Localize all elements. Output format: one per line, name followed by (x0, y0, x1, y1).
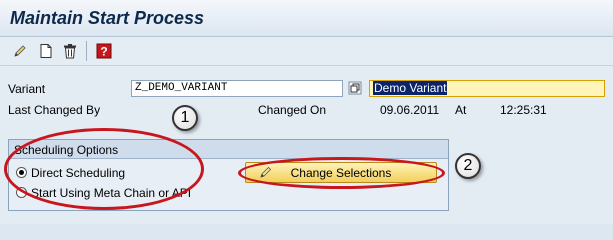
annotation-oval-1 (4, 128, 204, 210)
at-label: At (455, 103, 467, 117)
page-title: Maintain Start Process (10, 8, 205, 28)
toolbar-separator (86, 41, 87, 61)
delete-icon[interactable] (62, 43, 78, 59)
svg-text:?: ? (100, 45, 107, 59)
application-toolbar (0, 37, 613, 66)
last-changed-by-label: Last Changed By (8, 103, 101, 117)
variant-label: Variant (8, 82, 46, 96)
at-value: 12:25:31 (500, 103, 547, 117)
help-icon[interactable]: ? (96, 43, 112, 59)
edit-icon[interactable] (12, 43, 28, 59)
annotation-number-1: 1 (172, 105, 198, 131)
annotation-number-2: 2 (455, 153, 481, 179)
changed-on-label: Changed On (258, 103, 327, 117)
new-page-icon[interactable] (38, 43, 54, 59)
annotation-oval-2 (238, 157, 445, 189)
title-bar: Maintain Start Process (0, 0, 613, 37)
variant-description-field[interactable]: Demo Variant (369, 80, 605, 97)
variant-field[interactable]: Z_DEMO_VARIANT (131, 80, 343, 97)
variant-description-text: Demo Variant (373, 81, 448, 95)
changed-on-value: 09.06.2011 (380, 103, 440, 117)
copy-icon[interactable] (348, 81, 362, 95)
